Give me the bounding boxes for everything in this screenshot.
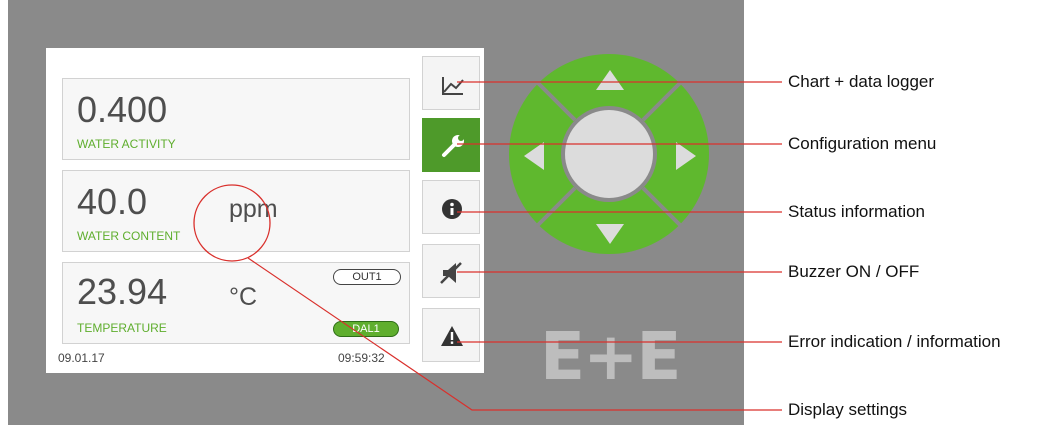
reading-label: TEMPERATURE [77, 321, 167, 335]
chart-icon [442, 77, 464, 95]
info-icon [442, 199, 462, 219]
arrow-left-icon[interactable] [522, 140, 546, 172]
brand-logo: E+E [540, 318, 681, 395]
device-screen: 0.400 WATER ACTIVITY 40.0 ppm WATER CONT… [46, 48, 484, 373]
output-badge: OUT1 [333, 269, 401, 285]
status-info-button[interactable] [422, 180, 480, 234]
footer-date: 09.01.17 [58, 351, 105, 365]
reading-label: WATER CONTENT [77, 229, 181, 243]
callout-chart-logger: Chart + data logger [788, 72, 935, 91]
reading-value: 0.400 [77, 89, 168, 130]
callout-configuration: Configuration menu [788, 134, 937, 153]
reading-card-water-content[interactable]: 40.0 ppm WATER CONTENT [62, 170, 410, 252]
configuration-button[interactable] [422, 118, 480, 172]
wrench-icon [442, 135, 464, 157]
callout-display-settings: Display settings [788, 400, 908, 419]
warning-icon [441, 326, 463, 346]
callout-error: Error indication / information [788, 332, 1001, 351]
callout-status: Status information [788, 202, 926, 221]
footer-time: 09:59:32 [338, 351, 385, 365]
reading-unit: °C [229, 283, 258, 311]
center-button[interactable] [566, 112, 656, 202]
buzzer-mute-icon [440, 262, 462, 284]
reading-value: 23.94 [77, 271, 168, 312]
alarm-badge: DAL1 [333, 321, 399, 337]
reading-unit: ppm [229, 195, 278, 223]
error-info-button[interactable] [422, 308, 480, 362]
chart-button[interactable] [422, 56, 480, 110]
arrow-down-icon[interactable] [594, 222, 626, 246]
arrow-right-icon[interactable] [674, 140, 698, 172]
reading-card-temperature[interactable]: 23.94 °C TEMPERATURE OUT1 DAL1 [62, 262, 410, 344]
arrow-up-icon[interactable] [594, 68, 626, 92]
callout-buzzer: Buzzer ON / OFF [788, 262, 920, 281]
reading-value: 40.0 [77, 181, 148, 222]
buzzer-toggle-button[interactable] [422, 244, 480, 298]
reading-card-water-activity[interactable]: 0.400 WATER ACTIVITY [62, 78, 410, 160]
reading-label: WATER ACTIVITY [77, 137, 176, 151]
